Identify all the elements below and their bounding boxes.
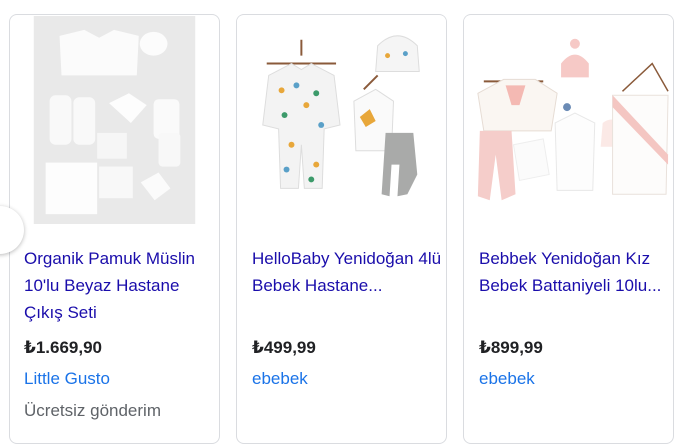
product-card[interactable]: Organik Pamuk Müslin 10'lu Beyaz Hastane…	[9, 14, 220, 444]
product-image-white-muslin-set	[33, 16, 196, 225]
product-image[interactable]	[464, 15, 673, 227]
product-card[interactable]: Bebbek Yenidoğan Kız Bebek Battaniyeli 1…	[463, 14, 674, 444]
product-image-pink-baby-set	[464, 16, 673, 226]
product-image[interactable]	[237, 15, 446, 227]
product-image-dino-baby-set	[237, 16, 446, 226]
product-card[interactable]: HelloBaby Yenidoğan 4lü Bebek Hastane...…	[236, 14, 447, 444]
product-title-link[interactable]: Bebbek Yenidoğan Kız Bebek Battaniyeli 1…	[479, 245, 669, 299]
product-title-link[interactable]: HelloBaby Yenidoğan 4lü Bebek Hastane...	[252, 245, 442, 299]
store-link[interactable]: Little Gusto	[24, 367, 110, 391]
product-price: ₺499,99	[252, 338, 316, 357]
product-price: ₺1.669,90	[24, 338, 103, 357]
product-price: ₺899,99	[479, 338, 543, 357]
store-link[interactable]: ebebek	[252, 367, 308, 391]
store-link[interactable]: ebebek	[479, 367, 535, 391]
product-image[interactable]	[10, 15, 219, 227]
shipping-info: Ücretsiz gönderim	[24, 401, 161, 420]
product-title-link[interactable]: Organik Pamuk Müslin 10'lu Beyaz Hastane…	[24, 245, 214, 326]
